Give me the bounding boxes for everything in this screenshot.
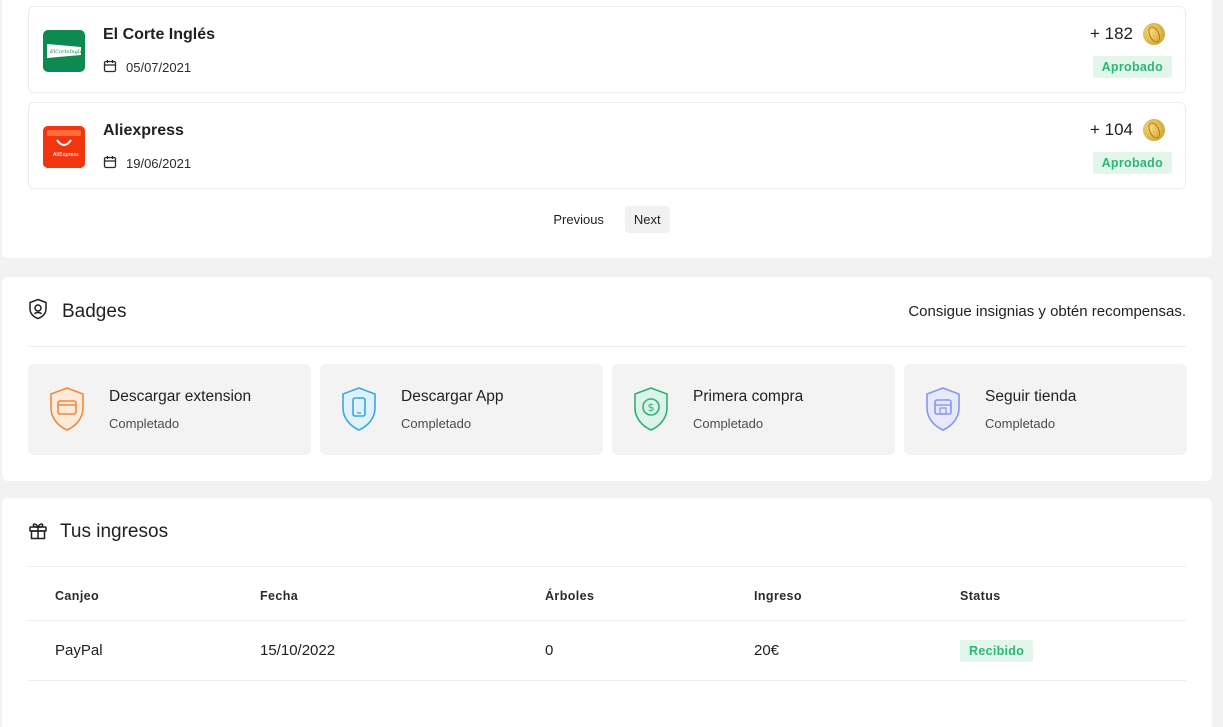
- store-name: Aliexpress: [103, 122, 184, 139]
- badges-card: Badges Consigue insignias y obtén recomp…: [2, 277, 1212, 481]
- status-badge: Aprobado: [1092, 56, 1172, 78]
- aliexpress-logo: AliExpress: [43, 126, 85, 168]
- column-header: Canjeo: [55, 589, 100, 603]
- points-amount: + 182: [1089, 19, 1169, 49]
- store-name: El Corte Inglés: [103, 26, 216, 43]
- date-row: 19/06/2021: [103, 155, 191, 172]
- next-button[interactable]: Next: [624, 206, 670, 233]
- income-header: Tus ingresos: [28, 498, 1186, 567]
- income-card: Tus ingresos Canjeo Fecha Árboles Ingres…: [2, 498, 1212, 727]
- table-header: Canjeo Fecha Árboles Ingreso Status: [28, 567, 1186, 621]
- store-shield-icon: [924, 386, 962, 437]
- badge-status: Completado: [985, 416, 1056, 431]
- badge-tile[interactable]: Descargar extension Completado: [28, 364, 311, 455]
- coin-icon: [1139, 115, 1169, 145]
- badge-title: Primera compra: [693, 388, 804, 405]
- browser-shield-icon: [48, 386, 86, 437]
- badge-tile[interactable]: $ Primera compra Completado: [612, 364, 895, 455]
- points-amount: + 104: [1089, 115, 1169, 145]
- badge-status: Completado: [693, 416, 764, 431]
- points-value: + 182: [1089, 24, 1133, 43]
- status-badge: Recibido: [960, 640, 1034, 662]
- badge-title: Descargar extension: [109, 388, 252, 405]
- badges-subtitle: Consigue insignias y obtén recompensas.: [908, 303, 1186, 320]
- cell-ingreso: 20€: [754, 642, 780, 659]
- column-header: Status: [960, 589, 1001, 603]
- badge-tile[interactable]: Descargar App Completado: [320, 364, 603, 455]
- badges-header: Badges Consigue insignias y obtén recomp…: [28, 277, 1186, 347]
- badge-tile[interactable]: Seguir tienda Completado: [904, 364, 1187, 455]
- transaction-date: 19/06/2021: [126, 156, 192, 171]
- transactions-card: ElCorteIngles El Corte Inglés 05/07/2021…: [2, 0, 1212, 258]
- table-row: PayPal 15/10/2022 0 20€ Recibido: [28, 621, 1186, 681]
- badge-status: Completado: [109, 416, 180, 431]
- el-corte-ingles-logo: ElCorteIngles: [43, 30, 85, 72]
- cell-arboles: 0: [545, 642, 554, 659]
- badge-title: Descargar App: [401, 388, 504, 405]
- previous-button[interactable]: Previous: [544, 206, 613, 233]
- calendar-icon: [103, 59, 117, 76]
- badge-shield-icon: [28, 298, 48, 325]
- points-value: + 104: [1089, 120, 1133, 139]
- svg-text:ElCorteIngles: ElCorteIngles: [49, 49, 85, 55]
- dollar-shield-icon: $: [632, 386, 670, 437]
- badge-status: Completado: [401, 416, 472, 431]
- gift-icon: [28, 520, 48, 545]
- income-table: Canjeo Fecha Árboles Ingreso Status PayP…: [28, 567, 1186, 681]
- column-header: Fecha: [260, 589, 299, 603]
- badge-title: Seguir tienda: [985, 388, 1077, 405]
- calendar-icon: [103, 155, 117, 172]
- transaction-item[interactable]: AliExpress Aliexpress 19/06/2021 + 104 A…: [28, 102, 1186, 189]
- cell-fecha: 15/10/2022: [260, 642, 336, 659]
- coin-icon: [1139, 19, 1169, 49]
- column-header: Árboles: [545, 589, 595, 603]
- cell-canjeo: PayPal: [55, 642, 103, 659]
- status-badge: Aprobado: [1092, 152, 1172, 174]
- badge-list: Descargar extension Completado Descargar…: [28, 364, 1187, 455]
- pagination: Previous Next: [2, 206, 1212, 233]
- phone-shield-icon: [340, 386, 378, 437]
- transaction-date: 05/07/2021: [126, 60, 192, 75]
- badges-title: Badges: [62, 300, 127, 322]
- date-row: 05/07/2021: [103, 59, 191, 76]
- transaction-item[interactable]: ElCorteIngles El Corte Inglés 05/07/2021…: [28, 6, 1186, 93]
- income-title: Tus ingresos: [60, 521, 169, 542]
- column-header: Ingreso: [754, 589, 802, 603]
- svg-text:AliExpress: AliExpress: [53, 152, 79, 158]
- svg-text:$: $: [648, 401, 655, 414]
